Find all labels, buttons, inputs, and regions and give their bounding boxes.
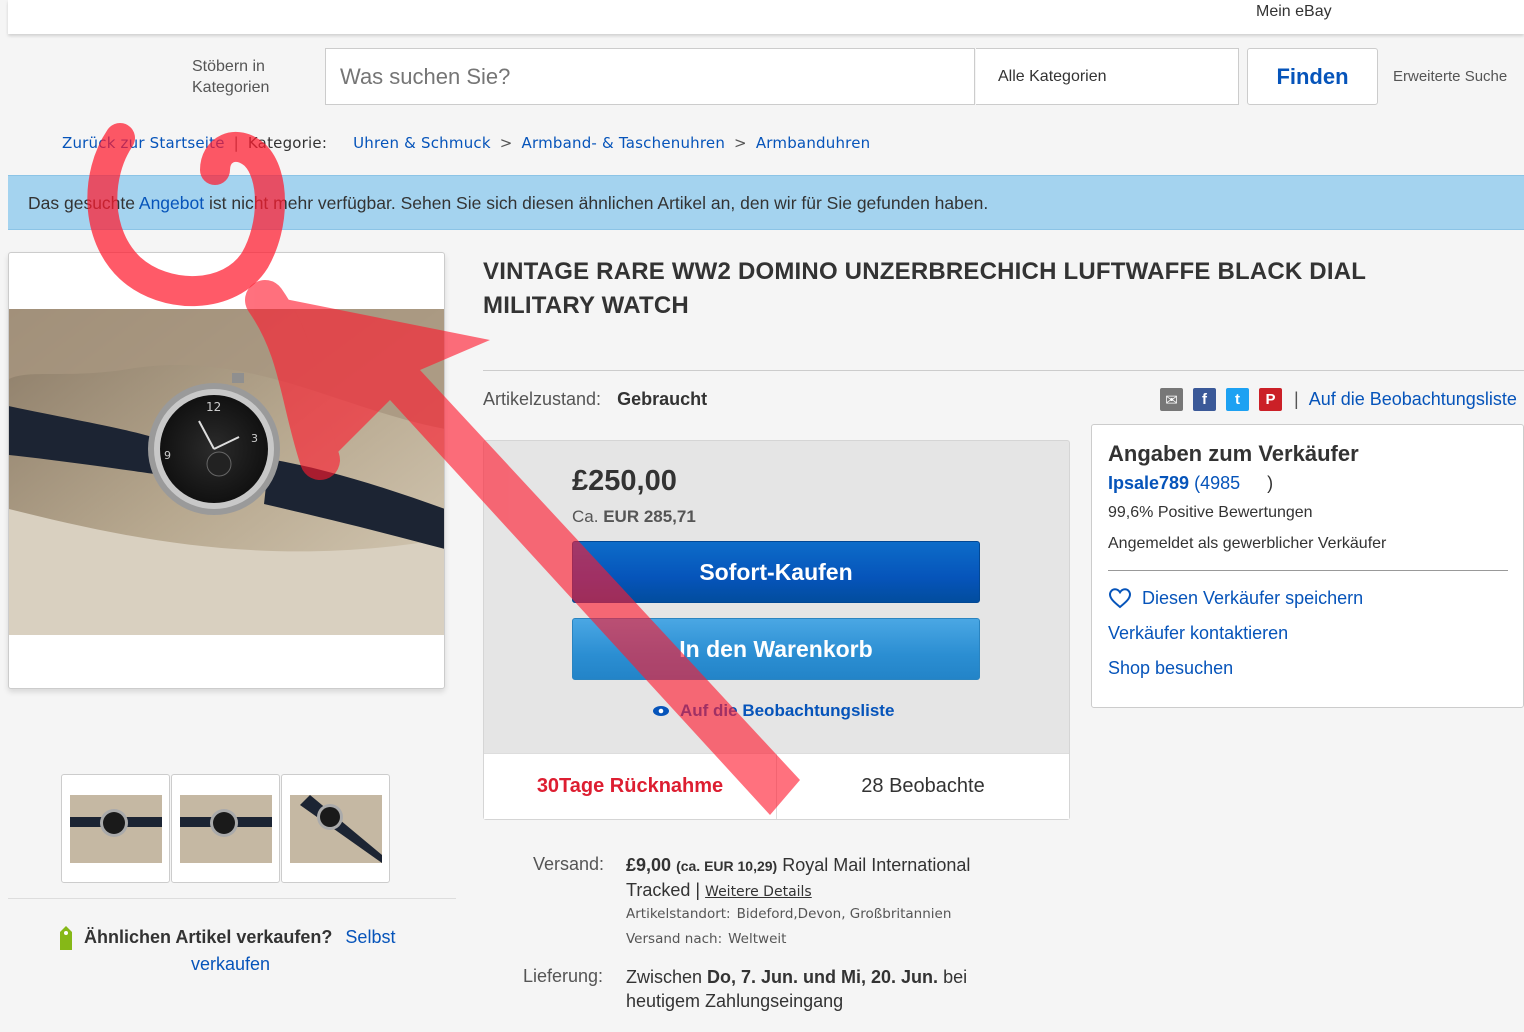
price-tag-icon <box>60 926 72 950</box>
my-ebay-link[interactable]: Mein eBay <box>1256 3 1332 21</box>
delivery-value: Zwischen Do, 7. Jun. und Mi, 20. Jun. be… <box>626 965 1026 1013</box>
ships-to: Versand nach: Weltweit <box>626 931 786 947</box>
thumbnail[interactable] <box>281 774 390 883</box>
browse-categories[interactable]: Stöbern in Kategorien <box>192 56 302 98</box>
business-seller-note: Angemeldet als gewerblicher Verkäufer <box>1108 535 1387 552</box>
buybox-info-row: 30Tage Rücknahme 28 Beobachte <box>484 753 1069 819</box>
condition-value: Gebraucht <box>617 389 708 409</box>
pinterest-icon[interactable]: P <box>1259 388 1282 411</box>
approx-price: Ca. EUR 285,71 <box>572 507 696 527</box>
positive-feedback: 99,6% Positive Bewertungen <box>1108 504 1313 521</box>
thumbnail[interactable] <box>171 774 280 883</box>
watch-photo: 12 3 9 <box>9 309 444 635</box>
breadcrumb: Zurück zur Startseite | Kategorie: Uhren… <box>62 134 870 152</box>
condition-label: Artikelzustand: <box>483 389 602 409</box>
watchers-count: 28 Beobachte <box>861 775 985 797</box>
notice-prefix: Das gesuchte <box>28 193 139 213</box>
category-select[interactable]: Alle Kategorien <box>976 48 1239 105</box>
sell-link[interactable]: verkaufen <box>191 951 436 978</box>
breadcrumb-item[interactable]: Armbanduhren <box>756 134 871 152</box>
delivery-prefix: Zwischen <box>626 967 708 987</box>
seller-divider <box>1108 570 1508 571</box>
item-title: VINTAGE RARE WW2 DOMINO UNZERBRECHICH LU… <box>483 258 1366 319</box>
item-condition: Artikelzustand: Gebraucht <box>483 389 707 410</box>
title-divider <box>483 370 1524 371</box>
thumbnail-image <box>290 795 382 863</box>
search-input[interactable]: Was suchen Sie? <box>325 48 975 105</box>
visit-shop-link[interactable]: Shop besuchen <box>1108 658 1507 679</box>
approx-prefix: Ca. <box>572 507 599 526</box>
svg-text:9: 9 <box>164 449 171 462</box>
search-placeholder: Was suchen Sie? <box>340 63 511 89</box>
buy-box: £250,00 Ca. EUR 285,71 Sofort-Kaufen In … <box>483 440 1070 820</box>
shipping-details-link[interactable]: Weitere Details <box>705 884 812 900</box>
advanced-search-link[interactable]: Erweiterte Suche <box>1393 68 1507 85</box>
thumbnail-image <box>70 795 162 863</box>
watchlist-link[interactable]: Auf die Beobachtungsliste <box>1309 389 1517 410</box>
thumbnail[interactable] <box>61 774 170 883</box>
svg-text:3: 3 <box>251 432 258 445</box>
notice-suffix: ist nicht mehr verfügbar. Sehen Sie sich… <box>204 193 989 213</box>
returns-info: 30Tage Rücknahme <box>484 754 777 819</box>
seller-heading: Angaben zum Verkäufer <box>1108 441 1359 466</box>
location-value: Bideford,Devon, Großbritannien <box>736 906 952 922</box>
save-seller-label: Diesen Verkäufer speichern <box>1142 587 1364 608</box>
svg-text:12: 12 <box>206 400 221 414</box>
thumbnail-image <box>180 795 272 863</box>
watch-link[interactable]: Auf die Beobachtungsliste <box>652 701 894 721</box>
twitter-icon[interactable]: t <box>1226 388 1249 411</box>
delivery-label: Lieferung: <box>523 966 604 986</box>
delivery-dates: Do, 7. Jun. und Mi, 20. Jun. <box>707 967 939 987</box>
seller-name-row: Ipsale789 (4985 ) <box>1108 473 1507 494</box>
location-label: Artikelstandort: <box>626 906 731 922</box>
back-to-home-link[interactable]: Zurück zur Startseite <box>62 134 225 152</box>
breadcrumb-chevron: > <box>734 134 747 152</box>
save-seller-link[interactable]: Diesen Verkäufer speichern <box>1108 587 1507 609</box>
add-to-cart-button[interactable]: In den Warenkorb <box>572 618 980 680</box>
shipping-approx: (ca. EUR 10,29) <box>676 858 778 874</box>
breadcrumb-chevron: > <box>499 134 513 152</box>
ships-to-value: Weltweit <box>728 931 787 947</box>
approx-value: EUR 285,71 <box>603 507 696 526</box>
thumbnail-strip <box>61 774 390 883</box>
heart-icon <box>1108 588 1132 609</box>
ships-to-label: Versand nach: <box>626 931 723 947</box>
left-divider <box>8 898 456 899</box>
item-location: Artikelstandort: Bideford,Devon, Großbrit… <box>626 906 951 922</box>
notice-offer-link[interactable]: Angebot <box>139 193 204 213</box>
seller-info-card: Angaben zum Verkäufer Ipsale789 (4985 ) … <box>1091 424 1524 708</box>
shipping-label: Versand: <box>533 854 605 874</box>
sell-yourself-link[interactable]: Selbst <box>345 927 395 947</box>
facebook-icon[interactable]: f <box>1193 388 1216 411</box>
feedback-close: ) <box>1267 473 1274 493</box>
watch-link-label: Auf die Beobachtungsliste <box>680 701 895 720</box>
eye-icon <box>653 706 669 716</box>
find-button[interactable]: Finden <box>1247 48 1378 105</box>
shipping-price: £9,00 <box>626 855 672 875</box>
sell-similar-question: Ähnlichen Artikel verkaufen? <box>84 927 333 947</box>
feedback-count-link[interactable]: (4985 <box>1194 473 1240 493</box>
shipping-value: £9,00 (ca. EUR 10,29) Royal Mail Interna… <box>626 853 1026 904</box>
contact-seller-link[interactable]: Verkäufer kontaktieren <box>1108 623 1507 644</box>
main-image-card[interactable]: 12 3 9 <box>8 252 445 689</box>
unavailable-notice: Das gesuchte Angebot ist nicht mehr verf… <box>8 175 1524 230</box>
share-bar: ✉ f t P | Auf die Beobachtungsliste <box>1160 388 1517 411</box>
sell-similar: Ähnlichen Artikel verkaufen? Selbst verk… <box>56 924 436 978</box>
price: £250,00 <box>572 465 677 497</box>
breadcrumb-separator: | <box>233 134 239 152</box>
buy-now-button[interactable]: Sofort-Kaufen <box>572 541 980 603</box>
top-bar: Mein eBay <box>8 0 1524 34</box>
email-icon[interactable]: ✉ <box>1160 388 1183 411</box>
seller-name-link[interactable]: Ipsale789 <box>1108 473 1189 493</box>
category-label: Kategorie: <box>247 134 328 152</box>
breadcrumb-item[interactable]: Armband- & Taschenuhren <box>522 134 726 152</box>
breadcrumb-item[interactable]: Uhren & Schmuck <box>353 134 491 152</box>
share-separator: | <box>1294 389 1299 409</box>
